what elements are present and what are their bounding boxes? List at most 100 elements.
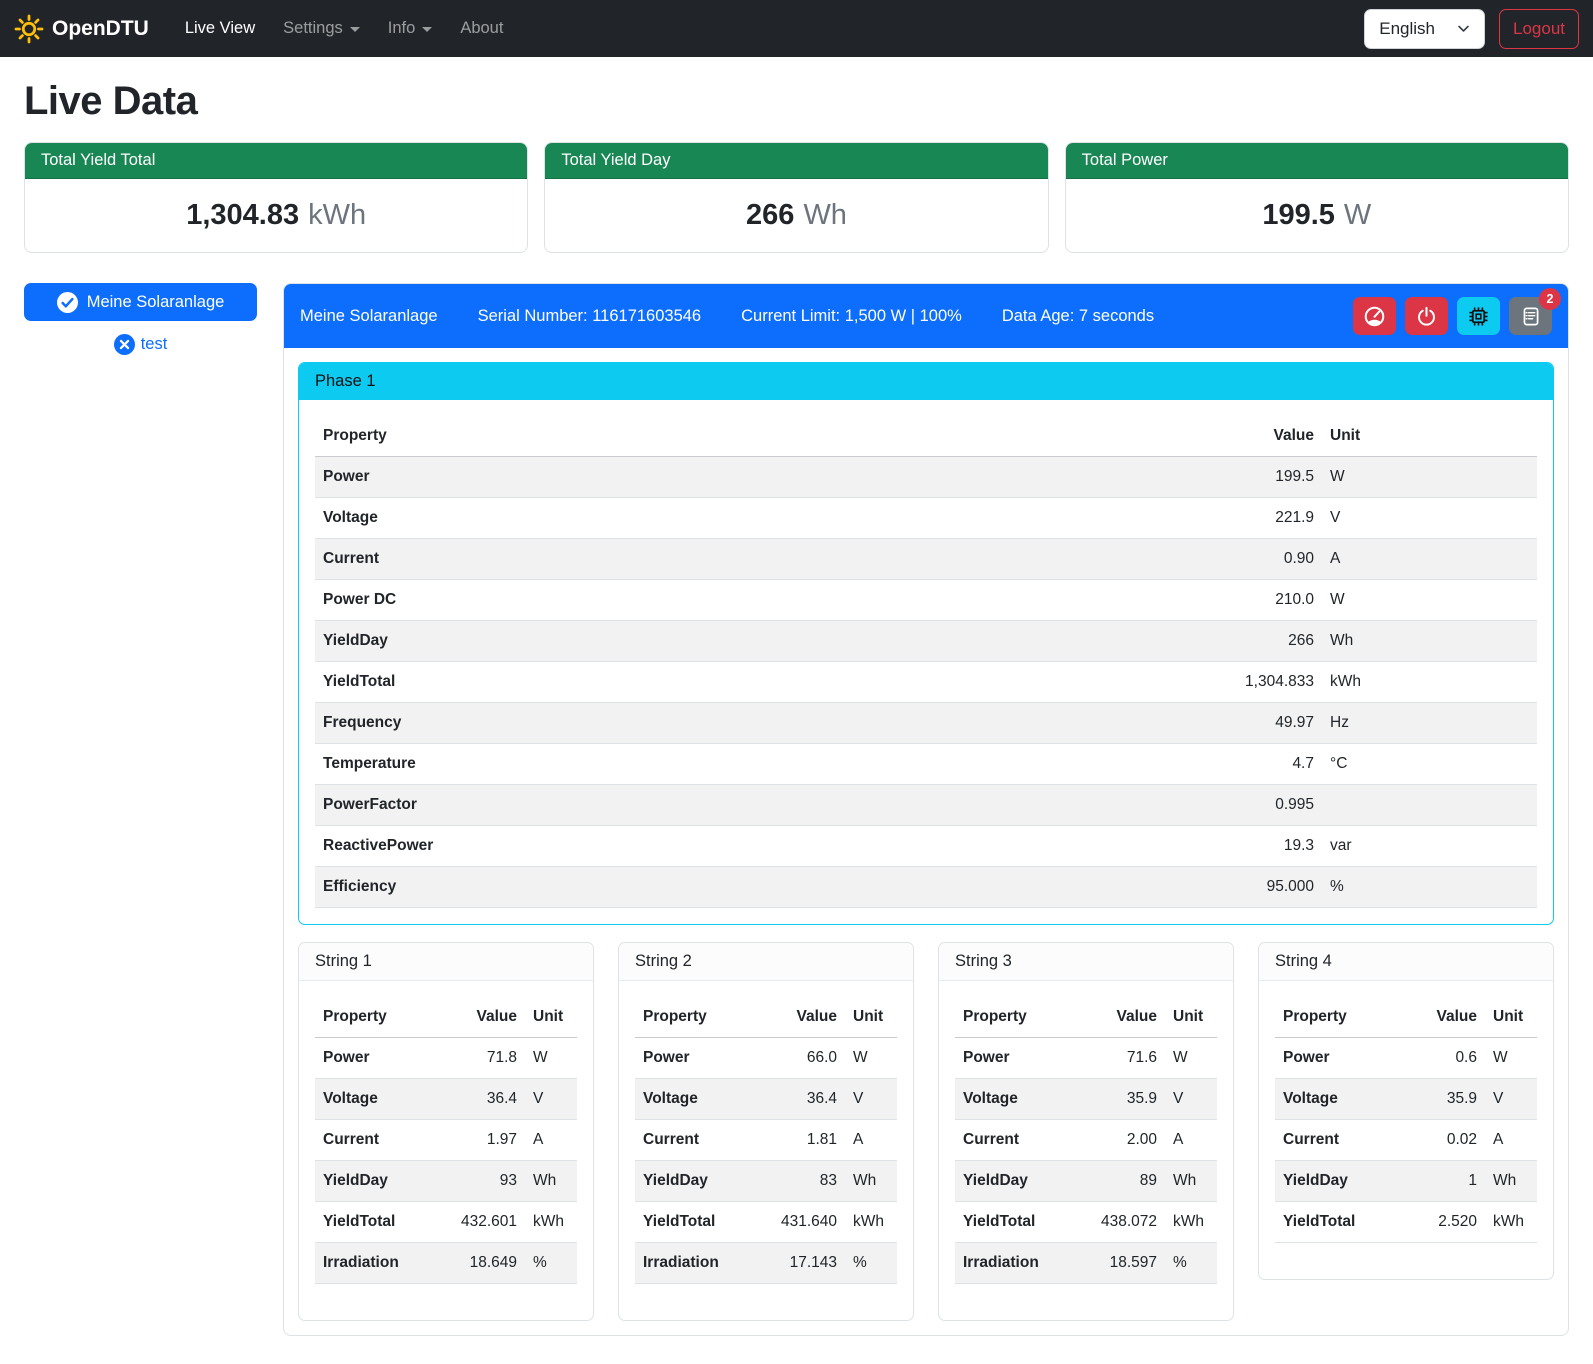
unit-cell: W: [845, 1038, 897, 1079]
column-header-value: Value: [1399, 997, 1485, 1038]
value-cell: 221.9: [1192, 498, 1322, 539]
table-row: ReactivePower19.3var: [315, 826, 1537, 867]
card-unit: W: [1344, 199, 1371, 232]
value-cell: 432.601: [439, 1202, 525, 1243]
inverter-serial: Serial Number: 116171603546: [478, 307, 702, 326]
table-row: Irradiation18.649%: [315, 1243, 577, 1284]
column-header-unit: Unit: [525, 997, 577, 1038]
nav-item-info[interactable]: Info: [374, 11, 447, 46]
property-cell: YieldDay: [1275, 1161, 1399, 1202]
value-cell: 36.4: [439, 1079, 525, 1120]
nav-item-about[interactable]: About: [446, 11, 517, 46]
property-cell: Current: [1275, 1120, 1399, 1161]
cpu-icon: [1467, 305, 1490, 328]
card-title: Total Power: [1066, 143, 1568, 179]
total-yield-total-card: Total Yield Total 1,304.83 kWh: [24, 142, 528, 253]
language-select[interactable]: English: [1364, 9, 1485, 49]
column-header-unit: Unit: [1485, 997, 1537, 1038]
unit-cell: V: [1485, 1079, 1537, 1120]
column-header-property: Property: [955, 997, 1079, 1038]
table-row: Current1.81A: [635, 1120, 897, 1161]
value-cell: 210.0: [1192, 580, 1322, 621]
unit-cell: A: [845, 1120, 897, 1161]
property-cell: ReactivePower: [315, 826, 1192, 867]
chevron-down-icon: [1457, 22, 1470, 35]
sidebar-inverter-button[interactable]: Meine Solaranlage: [24, 283, 257, 321]
total-power-card: Total Power 199.5 W: [1065, 142, 1569, 253]
unit-cell: W: [1485, 1038, 1537, 1079]
column-header-unit: Unit: [1165, 997, 1217, 1038]
table-row: YieldTotal2.520kWh: [1275, 1202, 1537, 1243]
table-header-row: Property Value Unit: [635, 997, 897, 1038]
property-cell: Power DC: [315, 580, 1192, 621]
property-cell: Irradiation: [635, 1243, 759, 1284]
column-header-property: Property: [315, 997, 439, 1038]
property-cell: YieldDay: [315, 621, 1192, 662]
unit-cell: Wh: [1322, 621, 1537, 662]
unit-cell: var: [1322, 826, 1537, 867]
event-count-badge: 2: [1539, 288, 1561, 310]
string-4-card: String 4 Property Value Unit: [1258, 942, 1554, 1280]
property-cell: Voltage: [315, 498, 1192, 539]
nav-item-settings[interactable]: Settings: [269, 11, 374, 46]
unit-cell: Wh: [845, 1161, 897, 1202]
value-cell: 35.9: [1079, 1079, 1165, 1120]
table-row: Current1.97A: [315, 1120, 577, 1161]
string-4-table: Property Value Unit Power0.6WVoltage35.9…: [1275, 997, 1537, 1243]
table-row: Power71.6W: [955, 1038, 1217, 1079]
value-cell: 199.5: [1192, 457, 1322, 498]
string-card-title: String 4: [1259, 943, 1553, 981]
table-row: YieldDay89Wh: [955, 1161, 1217, 1202]
column-header-property: Property: [635, 997, 759, 1038]
device-info-button[interactable]: [1457, 297, 1500, 335]
property-cell: Current: [955, 1120, 1079, 1161]
sidebar-inverter-label: Meine Solaranlage: [87, 293, 225, 312]
phase-card: Phase 1 Property Value Unit Power199.5WV…: [298, 362, 1554, 925]
column-header-property: Property: [315, 416, 1192, 457]
phase-table: Property Value Unit Power199.5WVoltage22…: [315, 416, 1537, 908]
nav-item-label: Live View: [185, 19, 255, 38]
table-row: Voltage36.4V: [635, 1079, 897, 1120]
unit-cell: Hz: [1322, 703, 1537, 744]
sidebar-item-test[interactable]: test: [24, 334, 257, 355]
table-row: Temperature4.7°C: [315, 744, 1537, 785]
property-cell: PowerFactor: [315, 785, 1192, 826]
strings-grid: String 1 Property Value Unit: [298, 942, 1554, 1321]
property-cell: Power: [1275, 1038, 1399, 1079]
value-cell: 18.649: [439, 1243, 525, 1284]
value-cell: 89: [1079, 1161, 1165, 1202]
property-cell: YieldTotal: [635, 1202, 759, 1243]
power-icon: [1416, 306, 1437, 327]
table-row: YieldDay1Wh: [1275, 1161, 1537, 1202]
unit-cell: [1322, 785, 1537, 826]
table-row: Power DC210.0W: [315, 580, 1537, 621]
main-content: Live Data Total Yield Total 1,304.83 kWh…: [0, 57, 1593, 1364]
value-cell: 71.8: [439, 1038, 525, 1079]
nav-links: Live View Settings Info About: [171, 0, 518, 57]
navbar-right: English Logout: [1364, 9, 1579, 49]
value-cell: 2.00: [1079, 1120, 1165, 1161]
logout-button[interactable]: Logout: [1499, 9, 1579, 49]
property-cell: Current: [315, 539, 1192, 580]
card-title: Total Yield Total: [25, 143, 527, 179]
property-cell: YieldTotal: [315, 1202, 439, 1243]
string-2-table: Property Value Unit Power66.0WVoltage36.…: [635, 997, 897, 1284]
string-1-table: Property Value Unit Power71.8WVoltage36.…: [315, 997, 577, 1284]
unit-cell: %: [525, 1243, 577, 1284]
summary-cards: Total Yield Total 1,304.83 kWh Total Yie…: [24, 142, 1569, 253]
property-cell: Voltage: [1275, 1079, 1399, 1120]
table-row: YieldDay83Wh: [635, 1161, 897, 1202]
unit-cell: V: [525, 1079, 577, 1120]
string-card-title: String 1: [299, 943, 593, 981]
event-log-button[interactable]: 2: [1509, 297, 1552, 335]
inverter-name[interactable]: Meine Solaranlage: [300, 307, 438, 326]
power-button[interactable]: [1405, 297, 1448, 335]
property-cell: Power: [955, 1038, 1079, 1079]
string-2-card: String 2 Property Value Unit: [618, 942, 914, 1321]
nav-item-live-view[interactable]: Live View: [171, 11, 269, 46]
brand-logo[interactable]: OpenDTU: [14, 14, 149, 44]
table-header-row: Property Value Unit: [315, 416, 1537, 457]
table-row: Power66.0W: [635, 1038, 897, 1079]
inverter-limit: Current Limit: 1,500 W | 100%: [741, 307, 962, 326]
limit-settings-button[interactable]: [1353, 297, 1396, 335]
